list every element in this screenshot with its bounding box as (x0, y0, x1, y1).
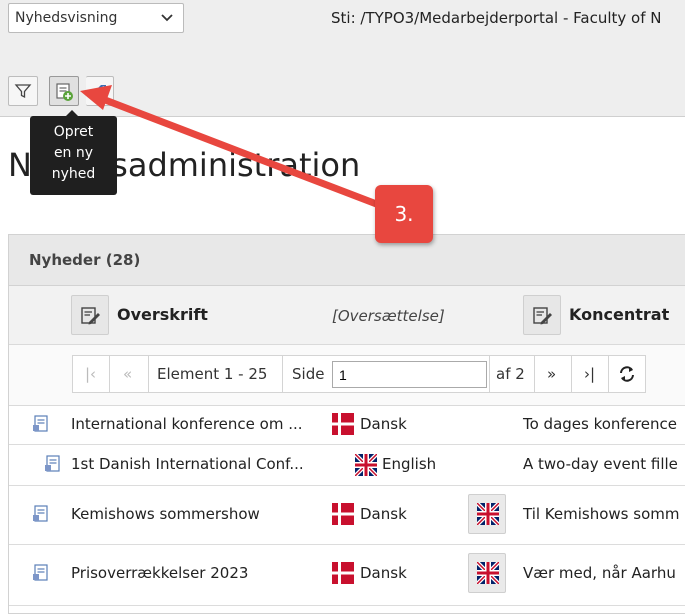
row-language: English (382, 455, 437, 473)
step-badge: 3. (375, 185, 433, 243)
table-row[interactable]: International konference om ... Dansk To… (9, 406, 685, 445)
row-teaser: To dages konference (523, 415, 677, 433)
refresh-button[interactable] (608, 355, 646, 393)
translate-english-button[interactable] (468, 494, 506, 534)
row-title[interactable]: Kemishows sommershow (71, 505, 260, 523)
previous-page-button[interactable]: « (109, 355, 149, 393)
row-title[interactable]: 1st Danish International Conf... (71, 455, 304, 473)
range-label-box: Element 1 - 25 (148, 355, 283, 393)
page-input-box: Side (282, 355, 490, 393)
chevron-down-icon (161, 14, 173, 22)
translate-english-button[interactable] (468, 553, 506, 593)
edit-column-button[interactable] (71, 295, 109, 335)
page-input[interactable] (332, 361, 487, 388)
row-language: Dansk (360, 505, 407, 523)
last-page-button[interactable]: ›| (571, 355, 609, 393)
next-page-icon: » (547, 365, 557, 383)
news-record-icon (33, 505, 48, 522)
page-count-box: af 2 (489, 355, 535, 393)
range-label: Element 1 - 25 (157, 365, 268, 383)
panel-header[interactable]: Nyheder (28) (9, 235, 685, 286)
first-page-button[interactable]: |‹ (72, 355, 110, 393)
create-news-button[interactable] (49, 76, 79, 106)
refresh-icon (620, 366, 634, 382)
danish-flag-icon (332, 562, 354, 584)
table-row[interactable]: Prisoverrækkelser 2023 Dansk Vær med, nå… (9, 545, 685, 606)
news-record-icon (33, 564, 48, 581)
row-language: Dansk (360, 564, 407, 582)
row-title[interactable]: Prisoverrækkelser 2023 (71, 564, 248, 582)
view-select[interactable]: Nyhedsvisning (8, 3, 184, 33)
page-label: Side (292, 365, 325, 383)
filter-icon (14, 84, 32, 99)
table-row[interactable]: 1st Danish International Conf... English… (9, 445, 685, 486)
last-page-icon: ›| (584, 365, 596, 383)
top-bar: Nyhedsvisning Sti: /TYPO3/Medarbejderpor… (0, 0, 685, 117)
page-count: af 2 (496, 365, 525, 383)
column-headline[interactable]: Overskrift (117, 305, 208, 324)
edit-columns-icon (81, 307, 100, 325)
row-teaser: Vær med, når Aarhu (523, 564, 676, 582)
news-record-icon (33, 415, 48, 432)
first-page-icon: |‹ (85, 365, 97, 383)
tooltip-line: nyhed (51, 166, 96, 182)
tooltip-line: en ny (53, 145, 94, 161)
news-record-icon (45, 455, 60, 472)
pagination-bar: |‹ « Element 1 - 25 Side af 2 » ›| (9, 345, 685, 406)
uk-flag-icon (477, 562, 499, 584)
new-record-icon (56, 83, 73, 101)
row-teaser: A two-day event fille (523, 455, 678, 473)
column-header-row: Overskrift [Oversættelse] Koncentrat (9, 286, 685, 345)
table-row[interactable]: Kemishows sommershow Dansk Til Kemishows… (9, 486, 685, 545)
danish-flag-icon (332, 413, 354, 435)
clipboard-button[interactable] (86, 76, 114, 106)
view-select-value: Nyhedsvisning (15, 10, 118, 26)
next-page-button[interactable]: » (534, 355, 572, 393)
row-language: Dansk (360, 415, 407, 433)
news-panel: Nyheder (28) Overskrift [Oversættelse] K… (8, 234, 685, 614)
column-translation: [Oversættelse] (332, 307, 445, 325)
tooltip-line: Opret (53, 124, 94, 140)
tag-icon (94, 85, 106, 97)
uk-flag-icon (477, 503, 499, 525)
path-breadcrumb: Sti: /TYPO3/Medarbejderportal - Faculty … (331, 9, 662, 27)
tooltip: Opret en ny nyhed (30, 110, 117, 195)
row-teaser: Til Kemishows somm (523, 505, 680, 523)
row-title[interactable]: International konference om ... (71, 415, 303, 433)
panel-title: Nyheder (28) (29, 251, 141, 269)
column-teaser[interactable]: Koncentrat (569, 305, 669, 324)
danish-flag-icon (332, 503, 354, 525)
uk-flag-icon (355, 454, 377, 476)
edit-columns-icon (533, 307, 552, 325)
edit-column-button[interactable] (523, 295, 561, 335)
previous-page-icon: « (123, 365, 133, 383)
filter-button[interactable] (8, 76, 38, 106)
